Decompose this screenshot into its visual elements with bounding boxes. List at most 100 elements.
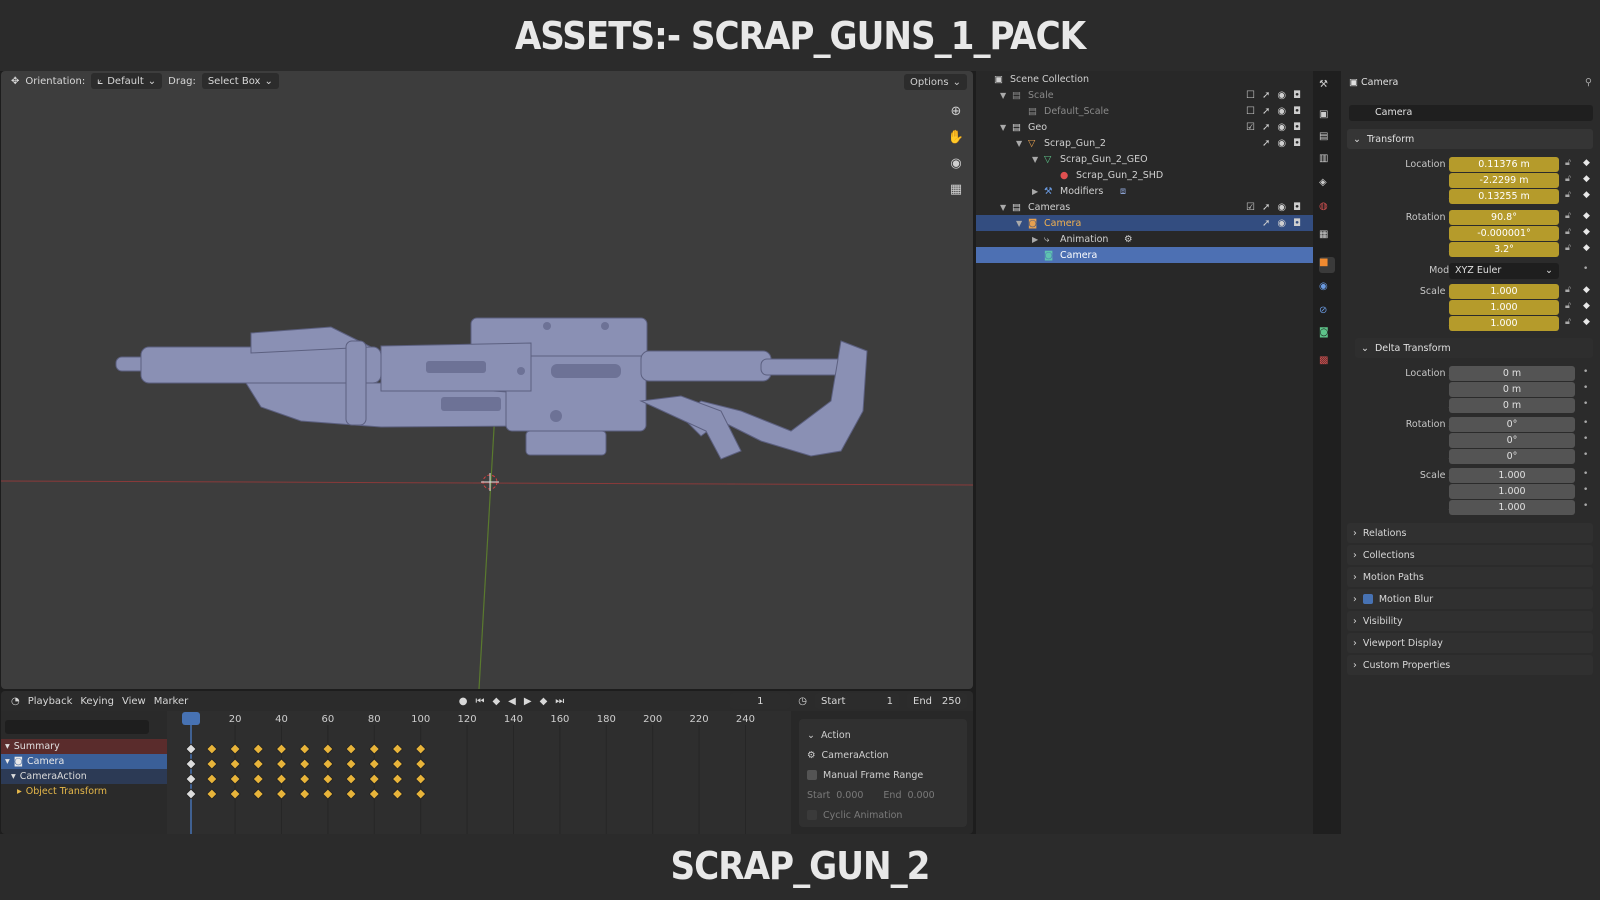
visibility-panel-header[interactable]: › Visibility bbox=[1347, 611, 1593, 631]
channel-search-input[interactable] bbox=[5, 720, 149, 734]
lock-icon[interactable]: 🔓︎ bbox=[1565, 174, 1571, 184]
custom-properties-panel-header[interactable]: › Custom Properties bbox=[1347, 655, 1593, 675]
object-name-field[interactable]: Camera bbox=[1349, 105, 1593, 121]
delta-location-y-field[interactable]: 0 m bbox=[1449, 382, 1575, 397]
delta-rotation-z-field[interactable]: 0° bbox=[1449, 449, 1575, 464]
scale-z-field[interactable]: 1.000 bbox=[1449, 316, 1559, 331]
location-y-field[interactable]: -2.2299 m bbox=[1449, 173, 1559, 188]
outliner-row-geo[interactable]: ▼ ▤ Geo ☑ ➚ ◉ ◘ bbox=[976, 119, 1313, 135]
viewport-display-panel-header[interactable]: › Viewport Display bbox=[1347, 633, 1593, 653]
camera-data-tab-icon[interactable]: ◙ bbox=[1319, 327, 1335, 343]
scale-y-field[interactable]: 1.000 bbox=[1449, 300, 1559, 315]
motion-paths-panel-header[interactable]: › Motion Paths bbox=[1347, 567, 1593, 587]
row-toggles[interactable]: ☐ ➚ ◉ ◘ bbox=[1246, 90, 1301, 101]
outliner-row-scrap-gun-2-geo[interactable]: ▼ ▽ Scrap_Gun_2_GEO bbox=[976, 151, 1313, 167]
delta-scale-z-field[interactable]: 1.000 bbox=[1449, 500, 1575, 515]
editor-type-icon[interactable]: ◔ bbox=[11, 696, 20, 707]
keyframe-icon[interactable]: ◆ bbox=[1583, 211, 1590, 221]
row-toggles[interactable]: ➚ ◉ ◘ bbox=[1262, 218, 1301, 229]
marker-menu[interactable]: Marker bbox=[154, 696, 189, 707]
lock-icon[interactable]: 🔓︎ bbox=[1565, 285, 1571, 295]
end-frame-field[interactable]: End 250 bbox=[907, 693, 967, 709]
collections-panel-header[interactable]: › Collections bbox=[1347, 545, 1593, 565]
rotation-z-field[interactable]: 3.2° bbox=[1449, 242, 1559, 257]
delta-scale-x-field[interactable]: 1.000 bbox=[1449, 468, 1575, 483]
outliner-row-cameras[interactable]: ▼ ▤ Cameras ☑ ➚ ◉ ◘ bbox=[976, 199, 1313, 215]
relations-panel-header[interactable]: › Relations bbox=[1347, 523, 1593, 543]
rotation-x-field[interactable]: 90.8° bbox=[1449, 210, 1559, 225]
object-tab-icon[interactable]: ■ bbox=[1319, 257, 1335, 273]
keyframe-icon[interactable]: ◆ bbox=[1583, 285, 1590, 295]
viewport-canvas[interactable] bbox=[1, 71, 973, 689]
output-tab-icon[interactable]: ▤ bbox=[1319, 131, 1335, 147]
tool-tab-icon[interactable]: ⚒ bbox=[1319, 79, 1335, 95]
keyframe-icon[interactable]: ◆ bbox=[1583, 158, 1590, 168]
keyframe-icon[interactable]: ◆ bbox=[1583, 174, 1590, 184]
next-keyframe-icon[interactable]: ◆ bbox=[540, 696, 548, 707]
action-name-row[interactable]: ⚙ CameraAction bbox=[807, 745, 959, 765]
keyframe-icon[interactable]: ◆ bbox=[1583, 317, 1590, 327]
jump-start-icon[interactable]: ⏮ bbox=[475, 696, 484, 707]
channel-summary[interactable]: ▾ Summary bbox=[1, 739, 167, 754]
lock-icon[interactable]: 🔓︎ bbox=[1565, 158, 1571, 168]
outliner-row-scrap-gun-2-shd[interactable]: ● Scrap_Gun_2_SHD bbox=[976, 167, 1313, 183]
transform-gizmo-icon[interactable]: ✥ bbox=[11, 76, 19, 87]
scale-x-field[interactable]: 1.000 bbox=[1449, 284, 1559, 299]
keyframe-canvas[interactable]: 120406080100120140160180200220240 bbox=[167, 711, 791, 834]
perspective-grid-icon[interactable]: ▦ bbox=[945, 179, 967, 199]
manual-frame-range-row[interactable]: Manual Frame Range bbox=[807, 765, 959, 785]
row-toggles[interactable]: ☐ ➚ ◉ ◘ bbox=[1246, 106, 1301, 117]
channel-camera-action[interactable]: ▾ CameraAction bbox=[1, 769, 167, 784]
motion-blur-panel-header[interactable]: › Motion Blur bbox=[1347, 589, 1593, 609]
keyframe-icon[interactable]: ◆ bbox=[1583, 227, 1590, 237]
collection-tab-icon[interactable]: ▦ bbox=[1319, 229, 1335, 245]
start-frame-field[interactable]: Start 1 bbox=[815, 693, 899, 709]
camera-view-icon[interactable]: ◉ bbox=[945, 153, 967, 173]
keyframe-icon[interactable]: ◆ bbox=[1583, 190, 1590, 200]
pin-icon[interactable]: ⚲ bbox=[1585, 77, 1592, 88]
keying-menu[interactable]: Keying bbox=[80, 696, 114, 707]
world-tab-icon[interactable]: ◍ bbox=[1319, 201, 1335, 217]
texture-tab-icon[interactable]: ▩ bbox=[1319, 355, 1335, 371]
delta-scale-y-field[interactable]: 1.000 bbox=[1449, 484, 1575, 499]
orientation-dropdown[interactable]: ⟀ Default ⌄ bbox=[91, 73, 163, 89]
manual-frame-range-checkbox[interactable] bbox=[807, 770, 817, 780]
view-layer-tab-icon[interactable]: ▥ bbox=[1319, 153, 1335, 169]
location-z-field[interactable]: 0.13255 m bbox=[1449, 189, 1559, 204]
motion-blur-checkbox[interactable] bbox=[1362, 594, 1373, 604]
outliner-row-default-scale[interactable]: ▤ Default_Scale ☐ ➚ ◉ ◘ bbox=[976, 103, 1313, 119]
outliner-row-scrap-gun-2[interactable]: ▼ ▽ Scrap_Gun_2 ➚ ◉ ◘ bbox=[976, 135, 1313, 151]
lock-icon[interactable]: 🔓︎ bbox=[1565, 301, 1571, 311]
jump-end-icon[interactable]: ⏭ bbox=[555, 696, 564, 707]
lock-icon[interactable]: 🔓︎ bbox=[1565, 317, 1571, 327]
constraints-tab-icon[interactable]: ⊘ bbox=[1319, 305, 1335, 321]
outliner-row-animation[interactable]: ▶ ⤷ Animation ⚙ bbox=[976, 231, 1313, 247]
channel-camera[interactable]: ▾ ◙ Camera bbox=[1, 754, 167, 769]
action-panel-header[interactable]: ⌄ Action bbox=[807, 725, 959, 745]
physics-tab-icon[interactable]: ◉ bbox=[1319, 281, 1335, 297]
lock-icon[interactable]: 🔓︎ bbox=[1565, 190, 1571, 200]
channel-object-transform[interactable]: ▸ Object Transform bbox=[1, 784, 167, 799]
delta-location-z-field[interactable]: 0 m bbox=[1449, 398, 1575, 413]
zoom-icon[interactable]: ⊕ bbox=[945, 101, 967, 121]
keyframe-icon[interactable]: ◆ bbox=[1583, 301, 1590, 311]
outliner-row-scene-collection[interactable]: ▣ Scene Collection bbox=[976, 71, 1313, 87]
lock-icon[interactable]: 🔓︎ bbox=[1565, 211, 1571, 221]
outliner-row-modifiers[interactable]: ▶ ⚒ Modifiers ⧈ bbox=[976, 183, 1313, 199]
outliner-row-camera-object[interactable]: ▼ ◙ Camera ➚ ◉ ◘ bbox=[976, 215, 1313, 231]
render-tab-icon[interactable]: ▣ bbox=[1319, 109, 1335, 125]
row-toggles[interactable]: ➚ ◉ ◘ bbox=[1262, 138, 1301, 149]
view-menu[interactable]: View bbox=[122, 696, 146, 707]
options-dropdown[interactable]: Options ⌄ bbox=[904, 74, 967, 90]
lock-icon[interactable]: 🔓︎ bbox=[1565, 243, 1571, 253]
pan-hand-icon[interactable]: ✋ bbox=[945, 127, 967, 147]
playback-menu[interactable]: Playback bbox=[28, 696, 73, 707]
record-icon[interactable]: ● bbox=[459, 696, 468, 707]
drag-dropdown[interactable]: Select Box ⌄ bbox=[201, 73, 279, 89]
outliner-row-camera-data[interactable]: ◙ Camera bbox=[976, 247, 1313, 263]
play-icon[interactable]: ▶ bbox=[524, 696, 532, 707]
delta-transform-panel-header[interactable]: ⌄ Delta Transform bbox=[1355, 338, 1593, 358]
delta-location-x-field[interactable]: 0 m bbox=[1449, 366, 1575, 381]
outliner-row-scale[interactable]: ▼ ▤ Scale ☐ ➚ ◉ ◘ bbox=[976, 87, 1313, 103]
delta-rotation-x-field[interactable]: 0° bbox=[1449, 417, 1575, 432]
